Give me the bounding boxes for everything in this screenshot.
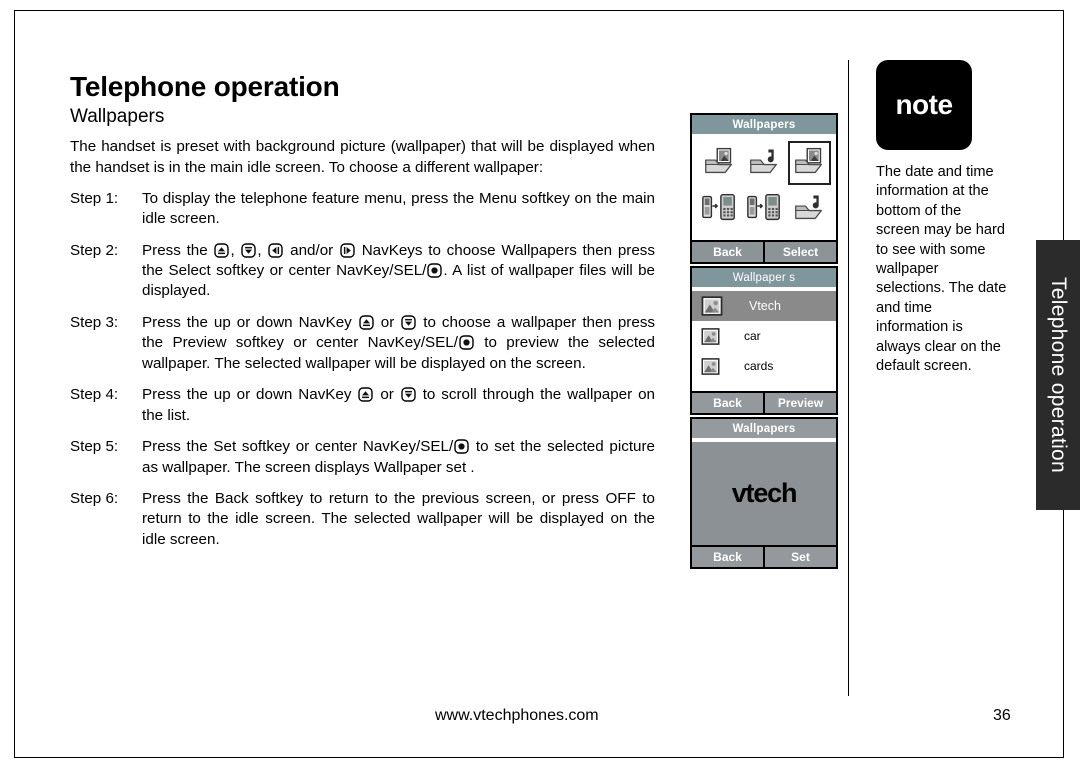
wallpaper-list-item[interactable]: car [692, 321, 836, 351]
screen-softkey-bar: Back Preview [692, 391, 836, 413]
navkey-down-icon [401, 387, 416, 402]
screen-body: vtech [692, 438, 836, 545]
step-text: Press the up or down NavKey or to choose… [142, 313, 656, 372]
step-text: Press the Back softkey to return to the … [142, 489, 655, 548]
folder-photo-icon [794, 146, 824, 181]
wallpaper-thumbnail-cell[interactable] [787, 140, 832, 186]
footer-url: www.vtechphones.com [435, 707, 599, 724]
wallpaper-thumbnail-cell[interactable] [696, 140, 741, 186]
step-row: Step 3: Press the up or down NavKey or to… [70, 313, 655, 374]
wallpaper-thumbnail-cell[interactable] [787, 186, 832, 232]
step-text: Press the up or down NavKey or to scroll… [142, 386, 655, 424]
screen-header: Wallpapers [692, 419, 836, 438]
folder-music-icon [794, 192, 824, 227]
wallpaper-list-item[interactable]: cards [692, 351, 836, 381]
navkey-select-icon [427, 263, 443, 278]
basestation-handset-icon [745, 192, 783, 227]
footer-page-number: 36 [993, 707, 1011, 724]
wallpaper-list-item[interactable]: Vtech [692, 291, 836, 321]
basestation-handset-icon [700, 192, 738, 227]
navkey-up-icon [358, 387, 374, 402]
intro-paragraph: The handset is preset with background pi… [70, 138, 655, 176]
picture-icon [701, 357, 720, 376]
page-title: Telephone operation [70, 71, 340, 102]
step-label: Step 4: [70, 386, 119, 404]
step-row: Step 2: Press the , , and/or NavKeys to c… [70, 241, 655, 302]
navkey-left-icon [268, 242, 284, 258]
step-row: Step 4: Press the up or down NavKey or to… [70, 385, 655, 426]
screen-body: Vtech car cards [692, 287, 836, 391]
steps-list: Step 1: To display the telephone feature … [70, 189, 655, 551]
screen-softkey-bar: Back Select [692, 240, 836, 262]
note-badge-label: note [895, 89, 953, 120]
step-label: Step 2: [70, 241, 119, 259]
wallpaper-list-item-label: cards [744, 359, 774, 373]
softkey-set[interactable]: Set [763, 547, 836, 567]
section-title: Wallpapers [70, 106, 165, 128]
picture-icon [701, 327, 720, 346]
step-label: Step 3: [70, 313, 119, 331]
folder-photo-icon [704, 146, 734, 181]
wallpaper-icon-grid[interactable] [696, 140, 832, 232]
note-text: The date and time information at the bot… [876, 164, 1007, 375]
note-badge: note [876, 60, 972, 150]
step-text: Press the , , and/or NavKeys to choose W… [142, 241, 655, 300]
step-row: Step 5: Press the Set softkey or center N… [70, 437, 655, 478]
step-label: Step 5: [70, 438, 119, 456]
screen-header: Wallpaper s [692, 268, 836, 287]
side-tab-label: Telephone operation [1047, 276, 1070, 474]
navkey-up-icon [214, 242, 230, 258]
step-row: Step 6: Press the Back softkey to return … [70, 489, 655, 550]
picture-icon [701, 295, 723, 317]
wallpaper-thumbnail-cell[interactable] [696, 186, 741, 232]
step-row: Step 1: To display the telephone feature … [70, 189, 655, 230]
wallpaper-file-list[interactable]: Vtech car cards [692, 291, 836, 381]
softkey-back[interactable]: Back [692, 393, 763, 413]
wallpaper-list-item-label: Vtech [749, 299, 781, 313]
navkey-up-icon [359, 315, 374, 330]
navkey-right-icon [340, 242, 355, 258]
step-text: To display the telephone feature menu, p… [142, 189, 655, 228]
column-divider [848, 60, 849, 696]
folder-music-icon [749, 146, 779, 181]
softkey-back[interactable]: Back [692, 547, 763, 567]
softkey-select[interactable]: Select [763, 242, 836, 262]
wallpaper-list-item-label: car [744, 329, 761, 343]
navkey-select-icon [454, 439, 469, 454]
softkey-preview[interactable]: Preview [763, 393, 836, 413]
screen-header: Wallpapers [692, 115, 836, 134]
navkey-down-icon [241, 242, 257, 258]
step-text: Press the Set softkey or center NavKey/S… [142, 438, 655, 476]
phone-screen-wallpaper-grid: Wallpapers Back Select [690, 113, 838, 264]
screen-body [692, 134, 836, 240]
navkey-select-icon [459, 335, 474, 351]
navkey-down-icon [401, 315, 416, 330]
phone-screen-wallpaper-preview: Wallpapers vtech Back Set [690, 417, 838, 569]
step-label: Step 6: [70, 489, 119, 507]
wallpaper-thumbnail-cell[interactable] [741, 186, 786, 232]
side-tab-telephone-operation: Telephone operation [1036, 240, 1080, 510]
wallpaper-thumbnail-cell[interactable] [741, 140, 786, 186]
document-content: Telephone operation Wallpapers The hands… [70, 72, 655, 561]
vtech-logo: vtech [731, 478, 798, 508]
step-label: Step 1: [70, 189, 119, 207]
phone-screen-wallpaper-list: Wallpaper s Vtech car cards Back Preview [690, 266, 838, 415]
softkey-back[interactable]: Back [692, 242, 763, 262]
screen-softkey-bar: Back Set [692, 545, 836, 567]
